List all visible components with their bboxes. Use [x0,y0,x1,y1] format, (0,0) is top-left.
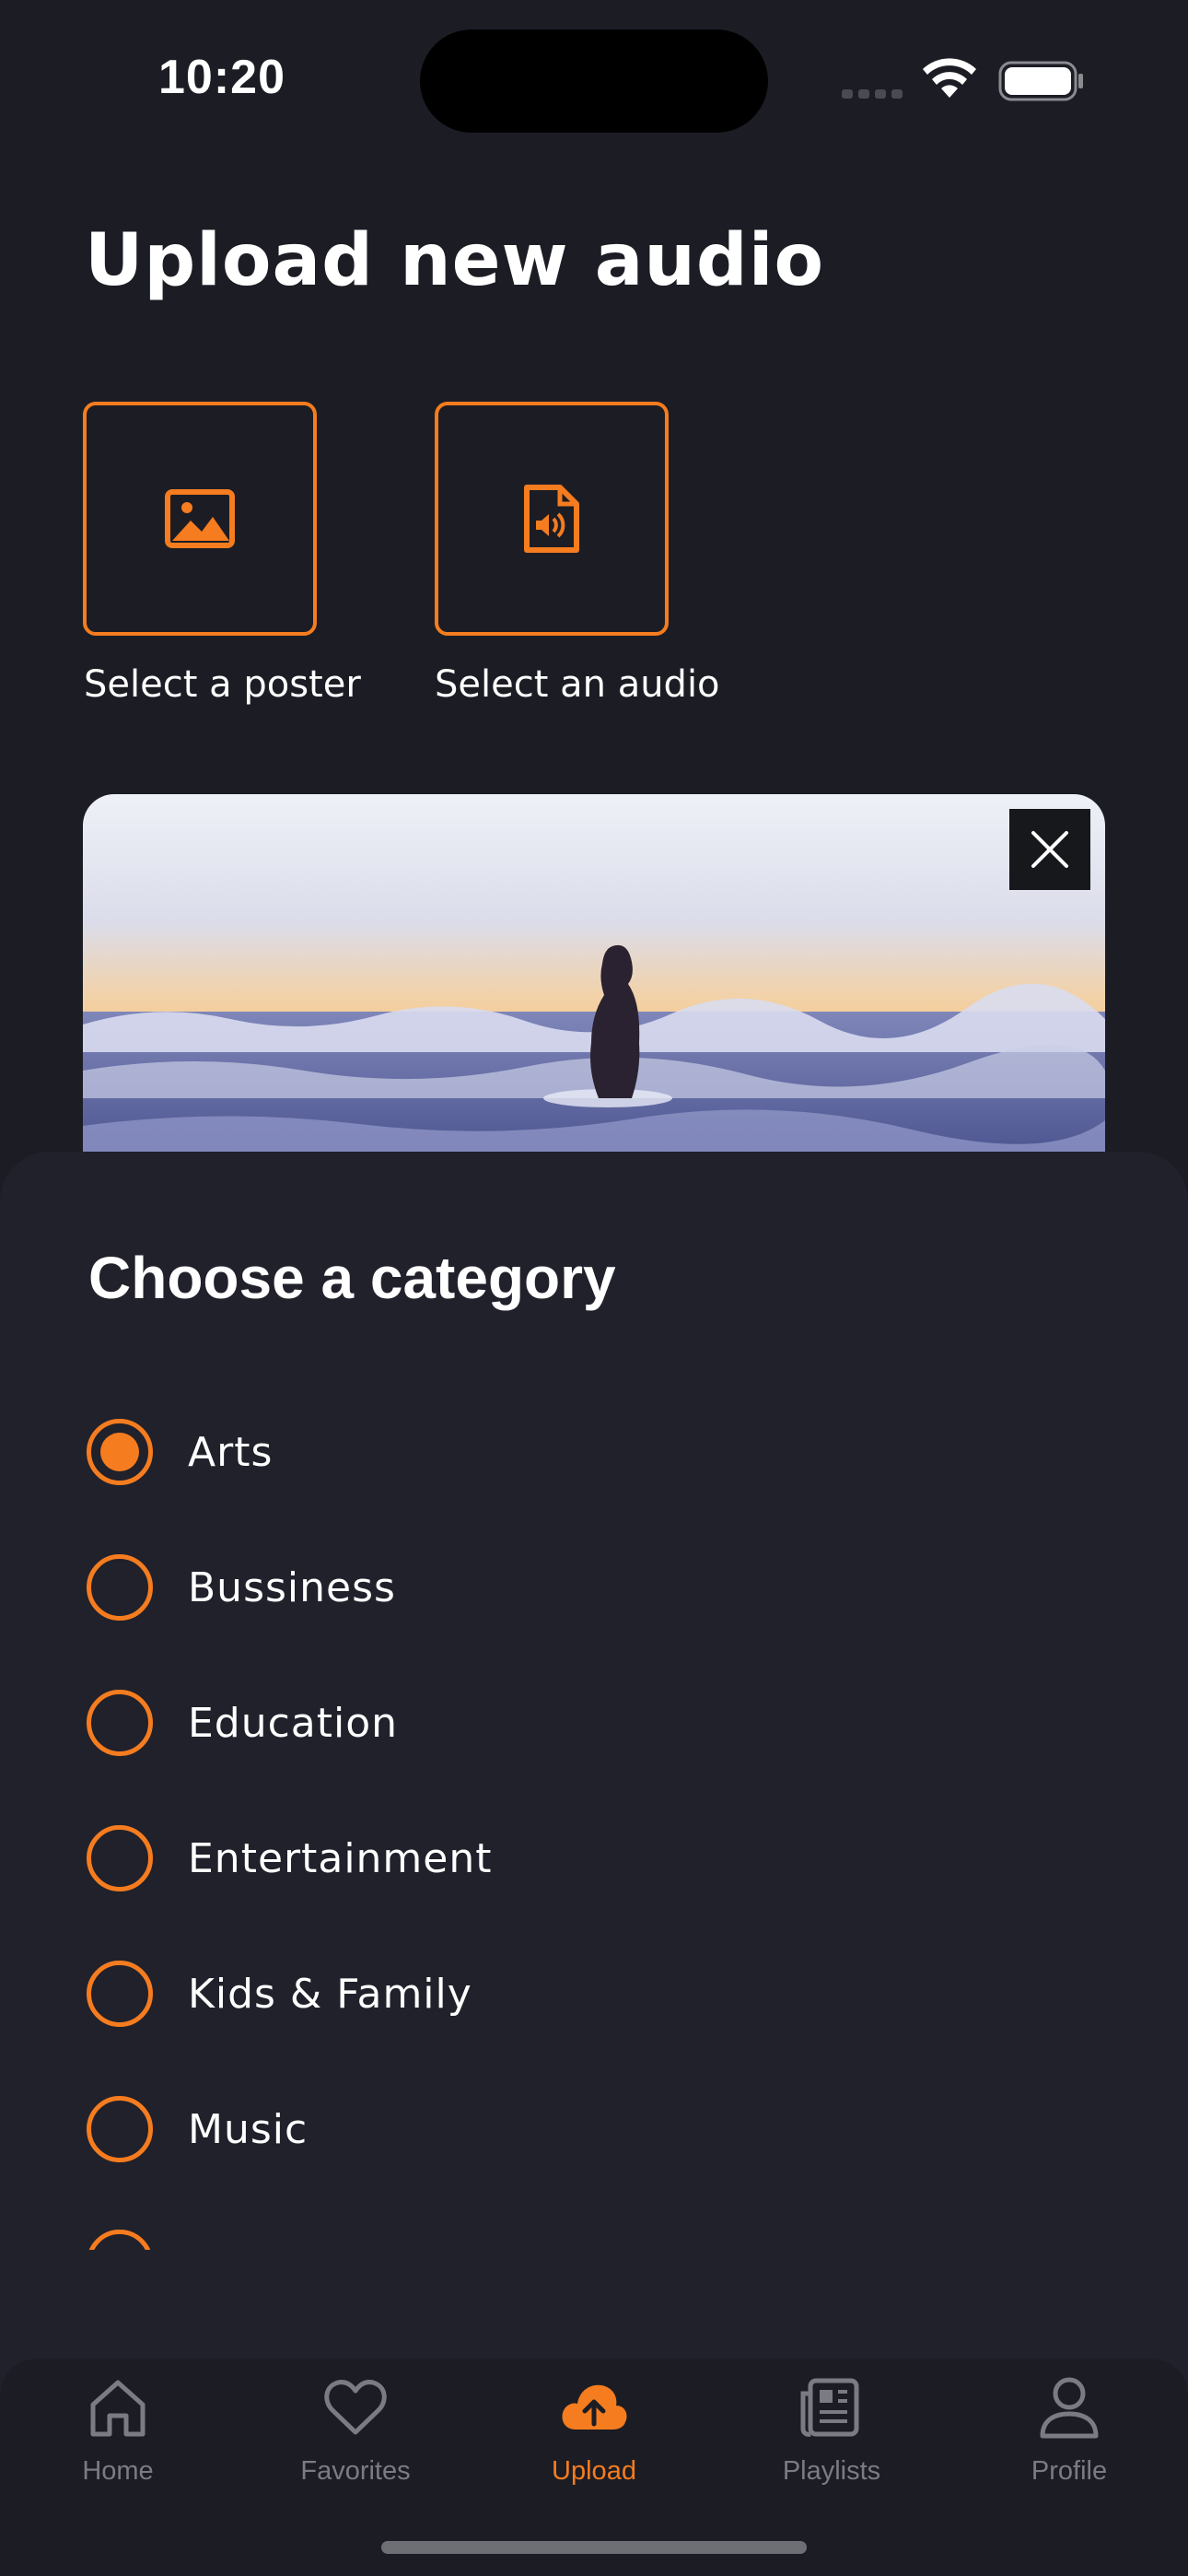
category-option-partial[interactable] [87,2230,160,2250]
radio-button[interactable] [87,1554,153,1621]
status-bar: 10:20 [0,0,1188,157]
tab-favorites[interactable]: Favorites [263,2371,448,2510]
profile-icon [1040,2377,1099,2439]
tab-label: Upload [552,2456,636,2486]
category-label: Arts [188,1428,274,1476]
tab-home[interactable]: Home [26,2371,210,2510]
poster-preview-image [83,794,1105,1163]
page-title: Upload new audio [85,219,825,302]
category-option-kids-family[interactable]: Kids & Family [87,1957,472,2031]
cloud-upload-icon [562,2384,627,2430]
category-label: Bussiness [188,1563,396,1611]
category-label: Kids & Family [188,1970,472,2018]
close-icon [1031,831,1068,868]
status-time: 10:20 [158,51,285,104]
radio-button[interactable] [87,1825,153,1891]
home-icon [90,2380,146,2437]
playlists-icon [800,2378,859,2437]
heart-icon [324,2380,387,2435]
sheet-title: Choose a category [88,1245,616,1311]
tab-label: Profile [1031,2456,1108,2486]
wifi-icon [923,58,976,98]
radio-button[interactable] [87,1961,153,2027]
category-option-entertainment[interactable]: Entertainment [87,1821,493,1895]
category-label: Music [188,2105,309,2153]
category-label: Education [188,1699,399,1747]
radio-button-selected[interactable] [87,1419,153,1485]
category-option-education[interactable]: Education [87,1686,398,1760]
category-option-bussiness[interactable]: Bussiness [87,1551,396,1624]
radio-button[interactable] [87,2230,153,2250]
select-audio-button[interactable] [435,402,669,636]
category-option-music[interactable]: Music [87,2092,308,2166]
tab-playlists[interactable]: Playlists [740,2371,924,2510]
tab-profile[interactable]: Profile [977,2371,1161,2510]
tab-label: Favorites [300,2456,411,2486]
battery-icon [998,61,1083,101]
remove-poster-button[interactable] [1009,809,1090,890]
image-icon [165,489,235,548]
category-option-arts[interactable]: Arts [87,1415,273,1489]
select-poster-button[interactable] [83,402,317,636]
tab-upload[interactable]: Upload [502,2371,686,2510]
radio-button[interactable] [87,1690,153,1756]
cellular-signal-icon [842,85,908,102]
select-audio-label: Select an audio [435,663,720,706]
select-poster-label: Select a poster [84,663,361,706]
tab-label: Playlists [782,2456,881,2486]
audio-file-icon [524,485,579,553]
radio-button[interactable] [87,2096,153,2162]
tab-label: Home [82,2456,154,2486]
dynamic-island [420,29,768,133]
home-indicator[interactable] [381,2541,807,2554]
radio-dot [100,1433,139,1471]
category-label: Entertainment [188,1834,493,1882]
